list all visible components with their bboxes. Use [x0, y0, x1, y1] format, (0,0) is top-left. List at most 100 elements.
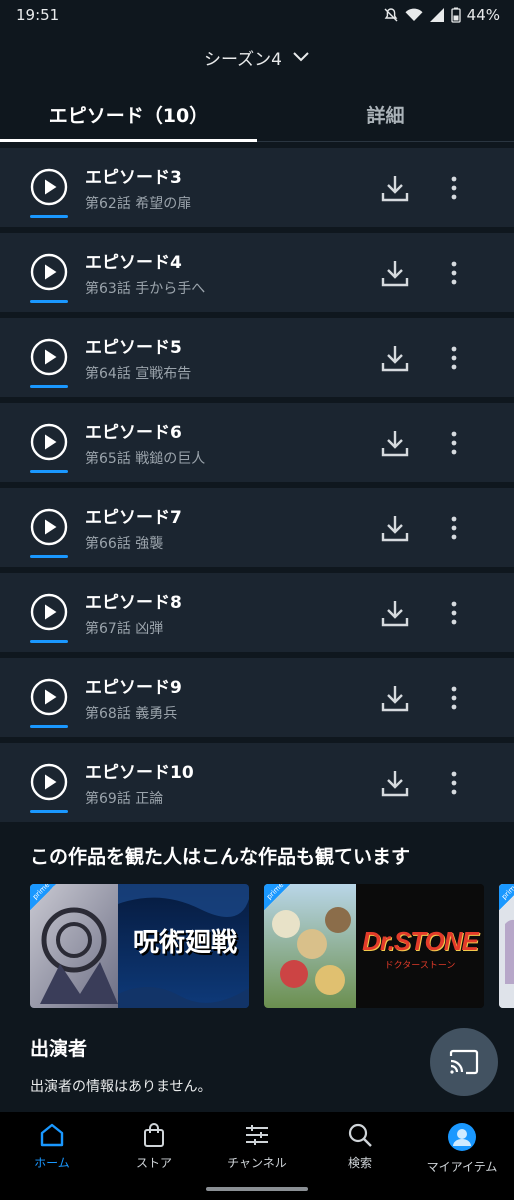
dr-stone-logo: Dr.STONE — [362, 926, 479, 956]
watch-progress-bar — [30, 555, 68, 558]
prime-badge: prime — [264, 884, 290, 910]
episode-row[interactable]: エピソード7 第66話 強襲 — [0, 488, 514, 567]
episode-row[interactable]: エピソード5 第64話 宣戦布告 — [0, 318, 514, 397]
channels-sliders-icon — [246, 1125, 268, 1145]
more-options-icon[interactable] — [442, 768, 466, 798]
season-selector[interactable]: シーズン4 — [0, 40, 514, 74]
play-icon[interactable] — [30, 423, 68, 461]
watch-progress-bar — [30, 640, 68, 643]
episode-title: エピソード4 — [85, 253, 182, 273]
signal-icon — [429, 8, 444, 22]
recommendations-row: 呪術廻戦 prime Dr.STONE ドクターストーン prime prime — [30, 884, 514, 1008]
download-icon[interactable] — [380, 173, 410, 203]
watch-progress-bar — [30, 810, 68, 813]
mute-bell-icon — [384, 8, 398, 22]
watch-progress-bar — [30, 300, 68, 303]
recommendations-title: この作品を観た人はこんな作品も観ています — [30, 846, 411, 868]
play-icon[interactable] — [30, 593, 68, 631]
nav-my-items[interactable]: マイアイテム — [412, 1122, 512, 1175]
episode-subtitle: 第66話 強襲 — [85, 536, 164, 552]
episode-title: エピソード10 — [85, 763, 194, 783]
episode-title: エピソード5 — [85, 338, 182, 358]
recommendation-card[interactable]: Dr.STONE ドクターストーン prime — [264, 884, 484, 1008]
status-bar: 19:51 44% — [0, 0, 514, 30]
download-icon[interactable] — [380, 258, 410, 288]
cast-empty-message: 出演者の情報はありません。 — [30, 1079, 212, 1095]
more-options-icon[interactable] — [442, 598, 466, 628]
nav-search[interactable]: 検索 — [310, 1122, 410, 1171]
prime-badge: prime — [499, 884, 514, 910]
battery-percent: 44% — [466, 6, 500, 24]
status-time: 19:51 — [16, 6, 60, 24]
nav-my-items-label: マイアイテム — [426, 1160, 498, 1174]
jujutsu-logo: 呪術廻戦 — [132, 928, 237, 958]
nav-channels-label: チャンネル — [227, 1156, 287, 1170]
season-label: シーズン4 — [204, 49, 282, 70]
play-icon[interactable] — [30, 763, 68, 801]
episode-subtitle: 第69話 正論 — [85, 791, 164, 807]
download-icon[interactable] — [380, 343, 410, 373]
tab-bar: エピソード（10） 詳細 — [0, 88, 514, 142]
cast-icon — [449, 1049, 479, 1075]
play-icon[interactable] — [30, 338, 68, 376]
prime-badge: prime — [30, 884, 56, 910]
more-options-icon[interactable] — [442, 683, 466, 713]
episode-subtitle: 第64話 宣戦布告 — [85, 366, 192, 382]
nav-store[interactable]: ストア — [104, 1122, 204, 1171]
recommendation-card[interactable]: prime — [499, 884, 514, 1008]
search-icon — [348, 1123, 372, 1147]
download-icon[interactable] — [380, 768, 410, 798]
download-icon[interactable] — [380, 428, 410, 458]
status-icons: 44% — [383, 6, 500, 24]
store-bag-icon — [144, 1123, 164, 1147]
episode-title: エピソード3 — [85, 168, 182, 188]
play-icon[interactable] — [30, 168, 68, 206]
home-icon — [40, 1123, 64, 1147]
more-options-icon[interactable] — [442, 343, 466, 373]
cast-title: 出演者 — [30, 1038, 88, 1060]
episode-subtitle: 第62話 希望の扉 — [85, 196, 192, 212]
nav-store-label: ストア — [135, 1156, 172, 1170]
tab-episodes[interactable]: エピソード（10） — [0, 88, 257, 142]
more-options-icon[interactable] — [442, 258, 466, 288]
watch-progress-bar — [30, 725, 68, 728]
battery-icon — [451, 7, 461, 23]
download-icon[interactable] — [380, 513, 410, 543]
episode-row[interactable]: エピソード8 第67話 凶弾 — [0, 573, 514, 652]
profile-avatar-icon — [448, 1123, 476, 1151]
wifi-icon — [405, 8, 423, 21]
episode-title: エピソード9 — [85, 678, 182, 698]
episode-subtitle: 第68話 義勇兵 — [85, 706, 178, 722]
episode-row[interactable]: エピソード3 第62話 希望の扉 — [0, 148, 514, 227]
chevron-down-icon — [293, 52, 309, 62]
dr-stone-logo-sub: ドクターストーン — [384, 961, 456, 971]
episode-row[interactable]: エピソード10 第69話 正論 — [0, 743, 514, 822]
recommendation-card[interactable]: 呪術廻戦 prime — [30, 884, 249, 1008]
cast-button[interactable] — [430, 1028, 498, 1096]
episode-row[interactable]: エピソード9 第68話 義勇兵 — [0, 658, 514, 737]
episode-subtitle: 第65話 戦鎚の巨人 — [85, 451, 206, 467]
play-icon[interactable] — [30, 253, 68, 291]
watch-progress-bar — [30, 215, 68, 218]
episode-subtitle: 第63話 手から手へ — [85, 281, 206, 297]
play-icon[interactable] — [30, 508, 68, 546]
episode-title: エピソード6 — [85, 423, 182, 443]
more-options-icon[interactable] — [442, 428, 466, 458]
tab-details-label: 詳細 — [366, 105, 405, 127]
episode-title: エピソード8 — [85, 593, 182, 613]
more-options-icon[interactable] — [442, 173, 466, 203]
download-icon[interactable] — [380, 683, 410, 713]
home-indicator[interactable] — [206, 1187, 308, 1191]
more-options-icon[interactable] — [442, 513, 466, 543]
play-icon[interactable] — [30, 678, 68, 716]
nav-home-label: ホーム — [34, 1156, 70, 1170]
download-icon[interactable] — [380, 598, 410, 628]
episode-row[interactable]: エピソード6 第65話 戦鎚の巨人 — [0, 403, 514, 482]
episode-subtitle: 第67話 凶弾 — [85, 621, 164, 637]
episode-row[interactable]: エピソード4 第63話 手から手へ — [0, 233, 514, 312]
nav-channels[interactable]: チャンネル — [207, 1122, 307, 1171]
nav-home[interactable]: ホーム — [2, 1122, 102, 1171]
watch-progress-bar — [30, 385, 68, 388]
episode-title: エピソード7 — [85, 508, 182, 528]
tab-details[interactable]: 詳細 — [257, 88, 514, 141]
